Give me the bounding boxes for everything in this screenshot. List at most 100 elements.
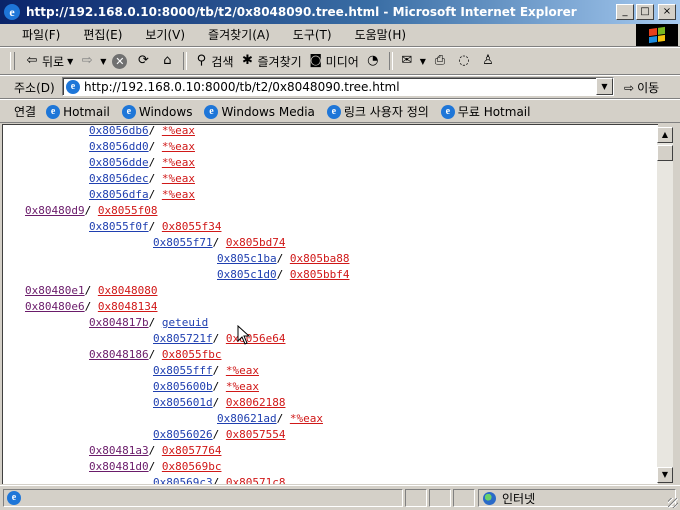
close-button[interactable]: × [658, 4, 676, 20]
link-windows-media[interactable]: e Windows Media [204, 104, 315, 119]
call-target-link[interactable]: 0x8055f08 [98, 204, 158, 217]
call-target-link[interactable]: 0x8056e64 [226, 332, 286, 345]
caller-address-link[interactable]: 0x8048186 [89, 348, 149, 361]
caller-address-link[interactable]: 0x805601d [153, 396, 213, 409]
menu-help[interactable]: 도움말(H) [341, 27, 416, 43]
call-target-link[interactable]: *%eax [226, 364, 259, 377]
status-pane [429, 489, 451, 507]
call-target-link[interactable]: geteuid [162, 316, 208, 329]
discuss-button[interactable]: ◌ [453, 51, 477, 71]
separator: / [212, 332, 226, 345]
call-target-link[interactable]: *%eax [162, 172, 195, 185]
search-button[interactable]: ⚲ 검색 [190, 51, 236, 71]
forward-button[interactable]: ⇨ ▼ [76, 51, 109, 71]
vertical-scrollbar[interactable]: ▲ ▼ [657, 127, 673, 483]
call-target-link[interactable]: 0x8048134 [98, 300, 158, 313]
forward-dropdown-icon[interactable]: ▼ [100, 57, 106, 66]
caller-address-link[interactable]: 0x804817b [89, 316, 149, 329]
caller-address-link[interactable]: 0x805721f [153, 332, 213, 345]
caller-address-link[interactable]: 0x805c1ba [217, 252, 277, 265]
call-target-link[interactable]: *%eax [290, 412, 323, 425]
mail-dropdown-icon[interactable]: ▼ [420, 57, 426, 66]
caller-address-link[interactable]: 0x8056dfa [89, 188, 149, 201]
caller-address-link[interactable]: 0x80621ad [217, 412, 277, 425]
tree-row: 0x805600b/ *%eax [153, 379, 259, 395]
caller-address-link[interactable]: 0x8056dd0 [89, 140, 149, 153]
history-button[interactable]: ◔ [362, 51, 386, 71]
call-target-link[interactable]: 0x8057554 [226, 428, 286, 441]
resize-grip[interactable] [668, 498, 678, 508]
menu-edit[interactable]: 편집(E) [69, 27, 131, 43]
menu-view[interactable]: 보기(V) [131, 27, 194, 43]
tree-row: 0x8056026/ 0x8057554 [153, 427, 285, 443]
caller-address-link[interactable]: 0x80480e1 [25, 284, 85, 297]
messenger-button[interactable]: ♙ [477, 51, 501, 71]
search-label: 검색 [211, 54, 234, 69]
back-dropdown-icon[interactable]: ▼ [67, 57, 73, 66]
caller-address-link[interactable]: 0x8056dde [89, 156, 149, 169]
scroll-down-button[interactable]: ▼ [657, 467, 673, 483]
separator: / [212, 364, 226, 377]
link-hotmail[interactable]: e Hotmail [46, 104, 110, 119]
maximize-button[interactable]: □ [636, 4, 654, 20]
toolbar-grip[interactable] [10, 52, 15, 70]
call-target-link[interactable]: *%eax [162, 156, 195, 169]
back-button[interactable]: ⇦ 뒤로 ▼ [21, 51, 76, 71]
address-dropdown-button[interactable]: ▼ [596, 78, 613, 95]
call-target-link[interactable]: *%eax [226, 380, 259, 393]
call-target-link[interactable]: 0x80569bc [162, 460, 222, 473]
call-target-link[interactable]: 0x8057764 [162, 444, 222, 457]
scroll-thumb[interactable] [657, 145, 673, 161]
home-button[interactable]: ⌂ [156, 51, 180, 71]
caller-address-link[interactable]: 0x8055f0f [89, 220, 149, 233]
menu-favorites[interactable]: 즐겨찾기(A) [194, 27, 279, 43]
caller-address-link[interactable]: 0x805c1d0 [217, 268, 277, 281]
link-customize[interactable]: e 링크 사용자 정의 [326, 103, 429, 120]
caller-address-link[interactable]: 0x80480d9 [25, 204, 85, 217]
call-target-link[interactable]: 0x8055f34 [162, 220, 222, 233]
caller-address-link[interactable]: 0x8055f71 [153, 236, 213, 249]
tree-row: 0x8056dde/ *%eax [89, 155, 195, 171]
call-target-link[interactable]: 0x8055fbc [162, 348, 222, 361]
call-target-link[interactable]: 0x805ba88 [290, 252, 350, 265]
menu-bar: 파일(F) 편집(E) 보기(V) 즐겨찾기(A) 도구(T) 도움말(H) [0, 24, 680, 47]
caller-address-link[interactable]: 0x80569c3 [153, 476, 213, 484]
caller-address-link[interactable]: 0x8056db6 [89, 125, 149, 137]
print-button[interactable]: ⎙ [429, 51, 453, 71]
call-target-link[interactable]: 0x8048080 [98, 284, 158, 297]
address-input[interactable]: e http://192.168.0.10:8000/tb/t2/0x80480… [62, 77, 614, 96]
separator: / [84, 204, 98, 217]
call-target-link[interactable]: 0x8062188 [226, 396, 286, 409]
call-target-link[interactable]: *%eax [162, 125, 195, 137]
go-button[interactable]: ⇨ 이동 [624, 79, 659, 96]
link-free-hotmail[interactable]: e 무료 Hotmail [440, 103, 530, 120]
call-target-link[interactable]: *%eax [162, 140, 195, 153]
discuss-icon: ◌ [458, 53, 470, 68]
media-button[interactable]: ◙ 미디어 [305, 51, 362, 71]
caller-address-link[interactable]: 0x80481a3 [89, 444, 149, 457]
call-target-link[interactable]: 0x805bbf4 [290, 268, 350, 281]
menu-file[interactable]: 파일(F) [8, 27, 69, 43]
caller-address-link[interactable]: 0x8056026 [153, 428, 213, 441]
call-target-link[interactable]: 0x805bd74 [226, 236, 286, 249]
favorites-button[interactable]: ✱ 즐겨찾기 [237, 51, 305, 71]
tree-row: 0x8056dd0/ *%eax [89, 139, 195, 155]
caller-address-link[interactable]: 0x80480e6 [25, 300, 85, 313]
status-pane [405, 489, 427, 507]
call-target-link[interactable]: *%eax [162, 188, 195, 201]
stop-button[interactable]: ✕ [109, 51, 132, 71]
zone-label: 인터넷 [502, 491, 536, 506]
mail-button[interactable]: ✉ ▼ [396, 51, 429, 71]
caller-address-link[interactable]: 0x80481d0 [89, 460, 149, 473]
link-windows[interactable]: e Windows [121, 104, 192, 119]
minimize-button[interactable]: _ [616, 4, 634, 20]
caller-address-link[interactable]: 0x8056dec [89, 172, 149, 185]
call-target-link[interactable]: 0x80571c8 [226, 476, 286, 484]
address-url[interactable]: http://192.168.0.10:8000/tb/t2/0x8048090… [84, 80, 400, 94]
menu-tools[interactable]: 도구(T) [279, 27, 341, 43]
caller-address-link[interactable]: 0x8055fff [153, 364, 213, 377]
refresh-button[interactable]: ⟳ [132, 51, 156, 71]
scroll-up-button[interactable]: ▲ [657, 127, 673, 143]
caller-address-link[interactable]: 0x805600b [153, 380, 213, 393]
ie-link-icon: e [204, 104, 219, 119]
